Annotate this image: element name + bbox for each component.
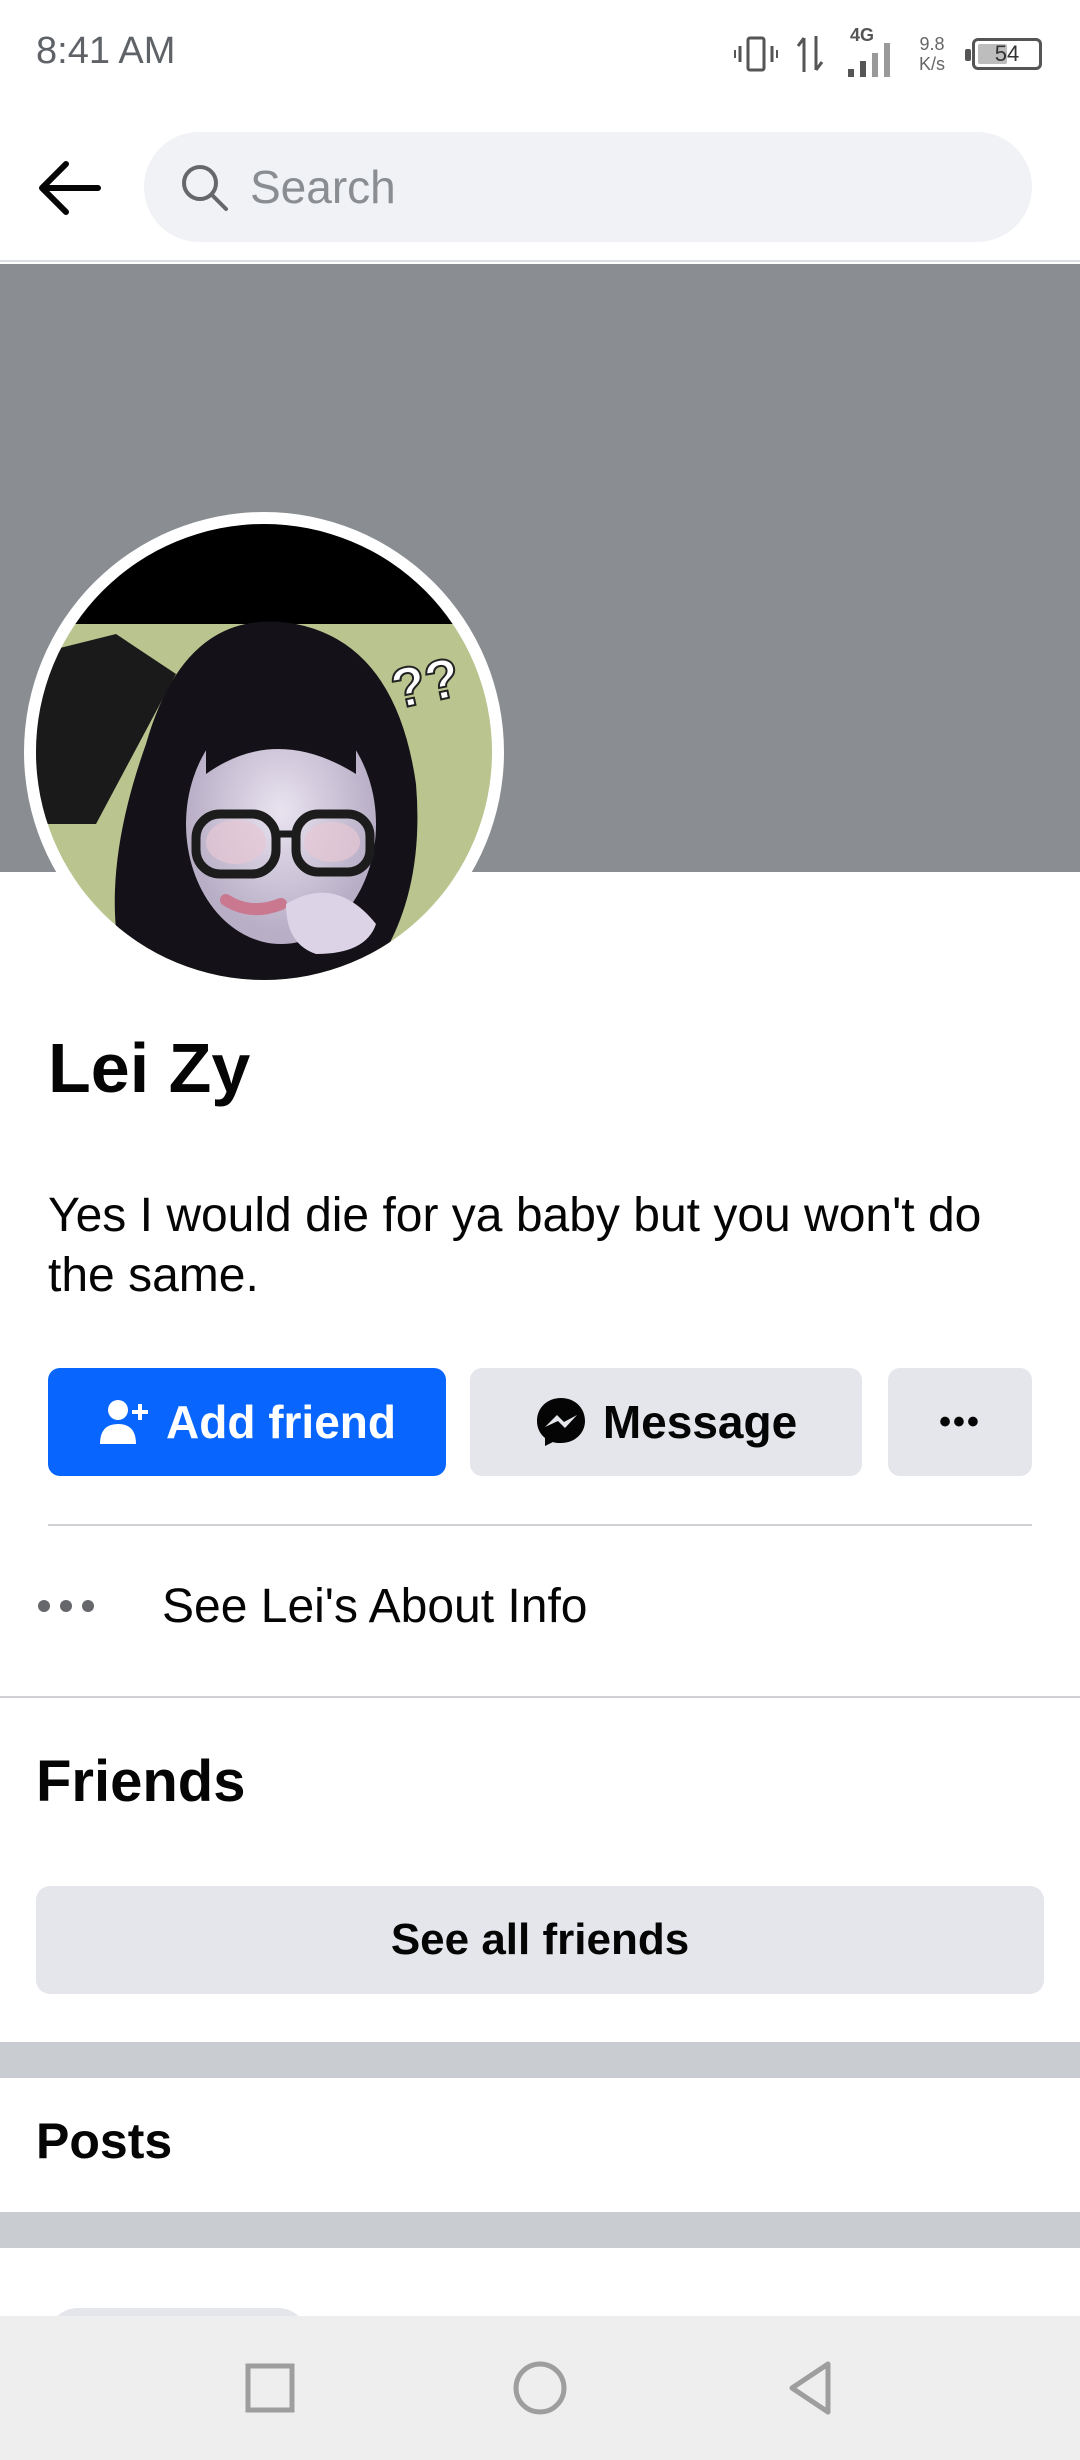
vibrate-icon xyxy=(734,36,778,72)
about-info-label: See Lei's About Info xyxy=(162,1579,588,1633)
more-options-button[interactable]: ••• xyxy=(888,1368,1032,1476)
battery-icon: 54 xyxy=(965,38,1042,70)
messenger-icon xyxy=(536,1398,585,1446)
data-transfer-icon xyxy=(796,36,824,72)
section-divider xyxy=(0,1696,1080,1698)
profile-screen: 8:41 AM 4G 9.8 K/s 54 Search ?? Lei Zy Y… xyxy=(0,0,1080,2460)
profile-bio: Yes I would die for ya baby but you won'… xyxy=(48,1189,982,1302)
message-label: Message xyxy=(602,1396,798,1448)
home-button[interactable] xyxy=(504,2352,576,2424)
arrow-left-icon xyxy=(39,161,101,215)
profile-name: Lei Zy xyxy=(48,1029,251,1107)
add-friend-button[interactable]: Add friend xyxy=(48,1368,446,1476)
friends-heading: Friends xyxy=(36,1749,246,1814)
status-bar: 8:41 AM 4G 9.8 K/s 54 xyxy=(0,0,1080,110)
recents-button[interactable] xyxy=(234,2352,306,2424)
status-icons: 4G 9.8 K/s 54 xyxy=(734,25,1042,82)
profile-actions: Add friend Message ••• xyxy=(48,1368,1032,1478)
message-button[interactable]: Message xyxy=(470,1368,862,1476)
avatar[interactable]: ?? xyxy=(24,512,504,992)
about-info-row[interactable]: See Lei's About Info xyxy=(36,1570,587,1642)
back-button[interactable] xyxy=(30,148,110,228)
system-back-button[interactable] xyxy=(774,2352,846,2424)
add-person-icon xyxy=(100,1400,148,1444)
speed-unit: K/s xyxy=(918,54,945,74)
section-separator xyxy=(0,2212,1080,2248)
search-bar[interactable] xyxy=(144,132,1032,242)
posts-heading: Posts xyxy=(36,2113,173,2169)
divider xyxy=(48,1524,1032,1526)
add-friend-label: Add friend xyxy=(166,1396,396,1448)
signal-bars-icon xyxy=(848,43,890,77)
battery-level: 54 xyxy=(994,41,1020,66)
circle-icon xyxy=(513,2361,567,2415)
network-speed: 9.8 K/s xyxy=(910,34,954,74)
see-all-friends-label: See all friends xyxy=(390,1915,690,1964)
profile-photo-icon: ?? xyxy=(36,524,492,980)
navigation-bar xyxy=(0,2316,1080,2460)
triangle-back-icon xyxy=(789,2361,831,2415)
see-all-friends-button[interactable]: See all friends xyxy=(36,1886,1044,1994)
signal-indicator: 4G xyxy=(842,25,896,79)
section-separator xyxy=(0,2042,1080,2078)
speed-value: 9.8 xyxy=(919,34,945,54)
status-time: 8:41 AM xyxy=(36,30,176,72)
search-icon xyxy=(182,165,228,211)
more-options-label: ••• xyxy=(939,1402,981,1441)
more-dots-icon xyxy=(38,1600,94,1612)
search-input[interactable] xyxy=(250,160,950,214)
top-bar xyxy=(0,110,1080,262)
square-icon xyxy=(245,2363,295,2413)
